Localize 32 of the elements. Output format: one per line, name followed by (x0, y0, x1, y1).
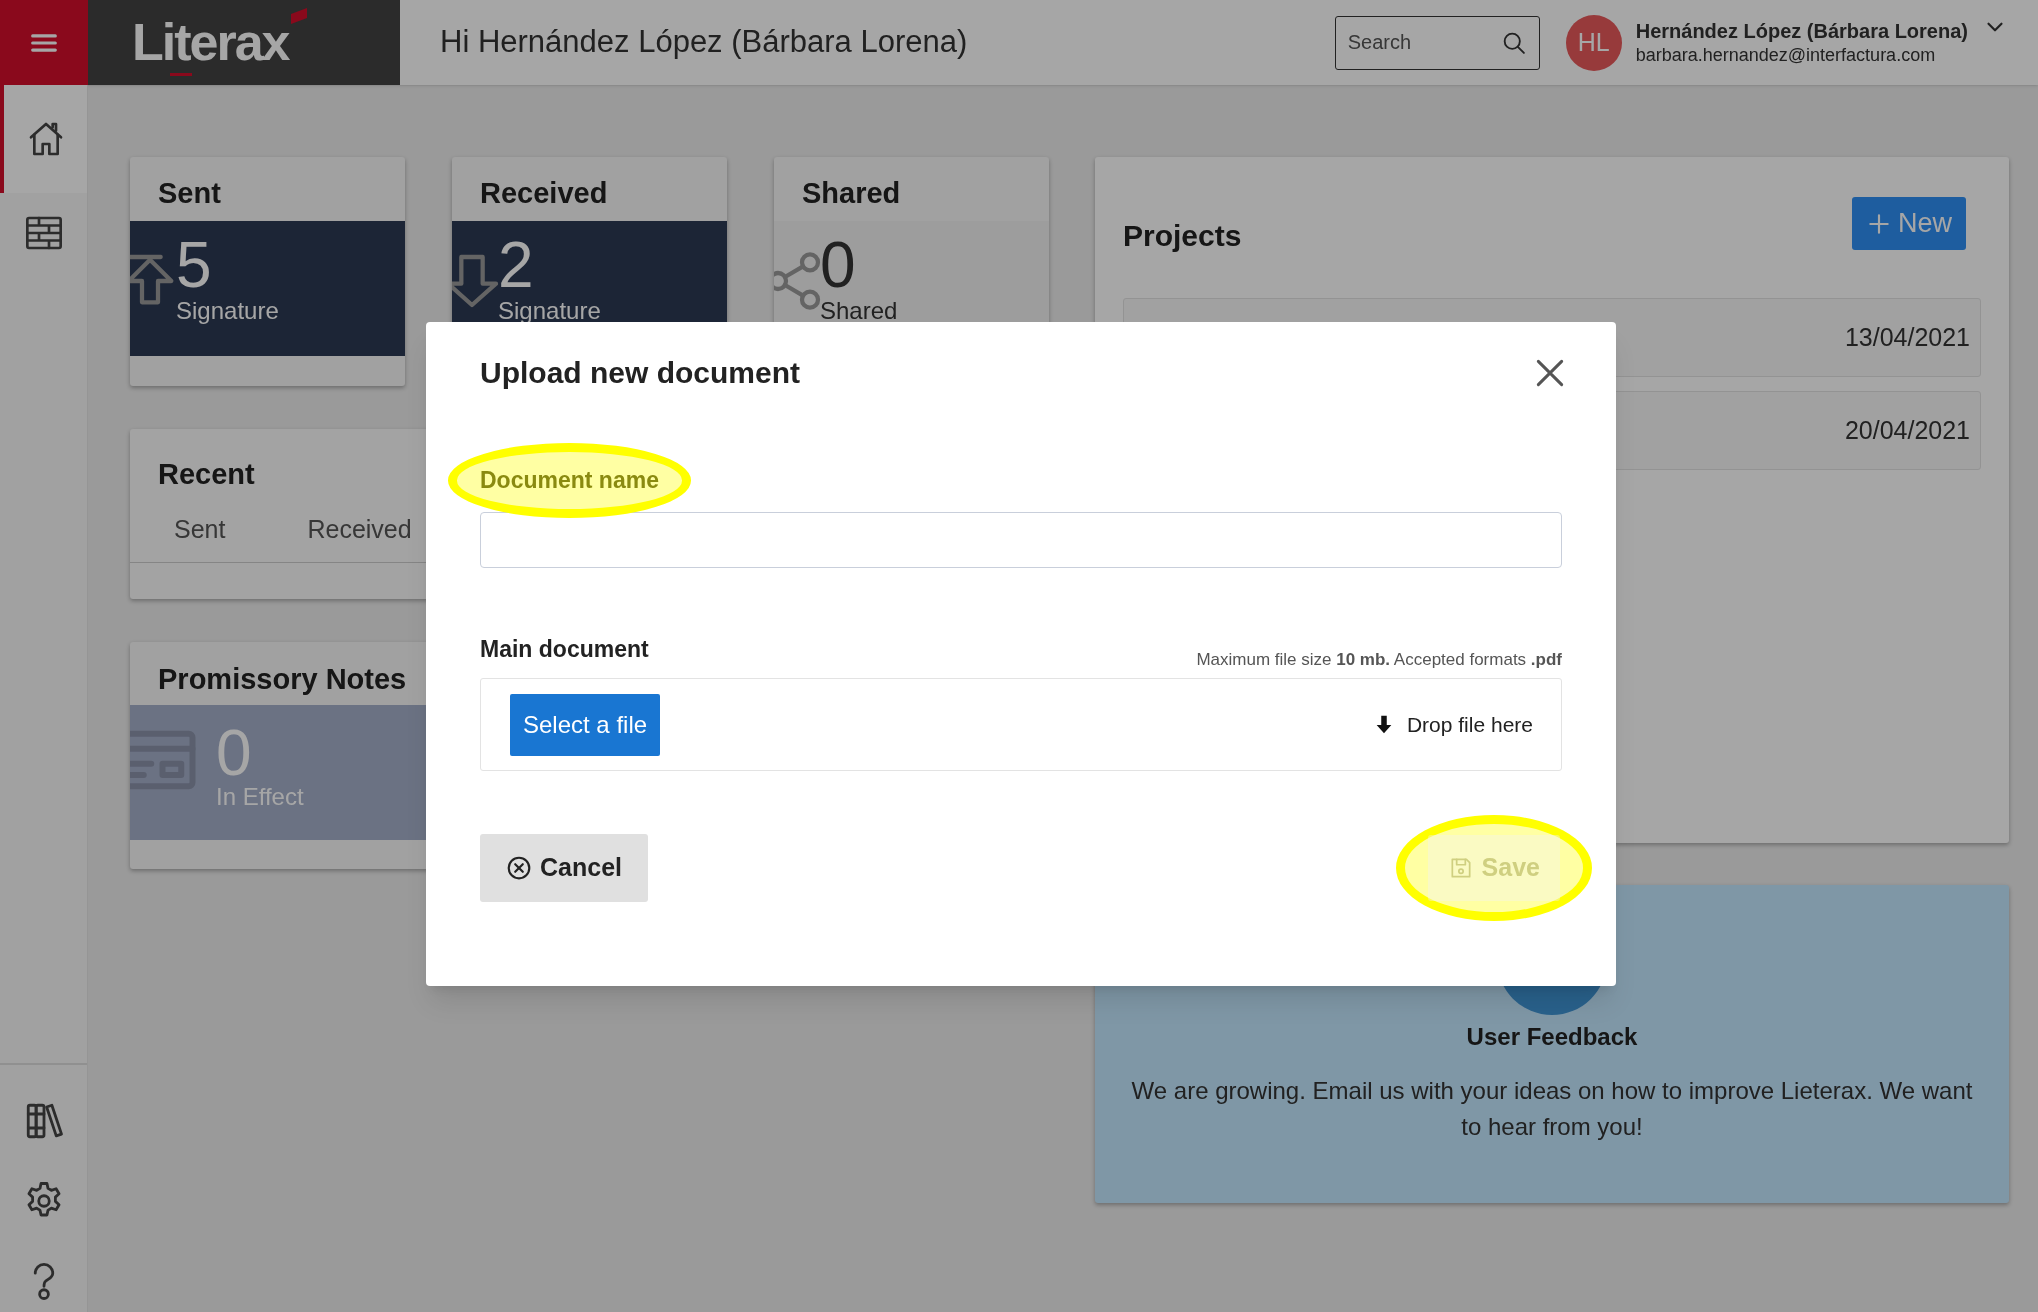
card-title: Sent (158, 175, 221, 211)
field-label: Document name (480, 466, 659, 495)
panel-title: Projects (1123, 218, 1242, 254)
drop-zone[interactable]: Select a file Drop file here (480, 678, 1562, 771)
select-file-button[interactable]: Select a file (510, 693, 661, 756)
stat-card[interactable]: Sent 5 Signature (130, 157, 405, 386)
count-text: 0 (820, 233, 856, 297)
tab[interactable]: Sent (174, 510, 226, 548)
tab[interactable]: Received (307, 510, 412, 548)
user-email: barbara.hernandez@interfactura.com (1635, 43, 1937, 67)
caption-text: Signature (176, 299, 279, 323)
date-text: 20/04/2021 (1844, 414, 1970, 446)
count-text: 2 (498, 233, 534, 297)
user-name: Hernández López (Bárbara Lorena) (1635, 18, 1968, 44)
caption-text: In Effect (216, 785, 304, 809)
feedback-title: User Feedback (1466, 1022, 1638, 1052)
feedback-text: We are growing. Email us with your ideas on how to improve Lieterax. We want to hear from you! (1130, 1076, 1974, 1142)
card-title: Shared (802, 175, 901, 211)
caption-text: Signature (498, 299, 601, 323)
count-text: 5 (176, 233, 212, 297)
card-title: Received (480, 175, 608, 211)
search-field[interactable]: Search (1334, 15, 1540, 70)
file-hint-text: Maximum file size 10 mb. Accepted formats .pdf (1196, 648, 1562, 671)
date-text: 13/04/2021 (1844, 321, 1970, 353)
count-text: 0 (216, 721, 252, 785)
caption-text: Shared (820, 299, 898, 323)
drop-file-text: Drop file here (1406, 711, 1533, 738)
cancel-button[interactable]: Cancel (480, 834, 648, 902)
logo: Literax (132, 8, 309, 77)
greeting-text: Hi Hernández López (Bárbara Lorena) (440, 23, 968, 62)
card-title: Recent (157, 457, 255, 492)
card-title: Promissory Notes (158, 661, 407, 697)
